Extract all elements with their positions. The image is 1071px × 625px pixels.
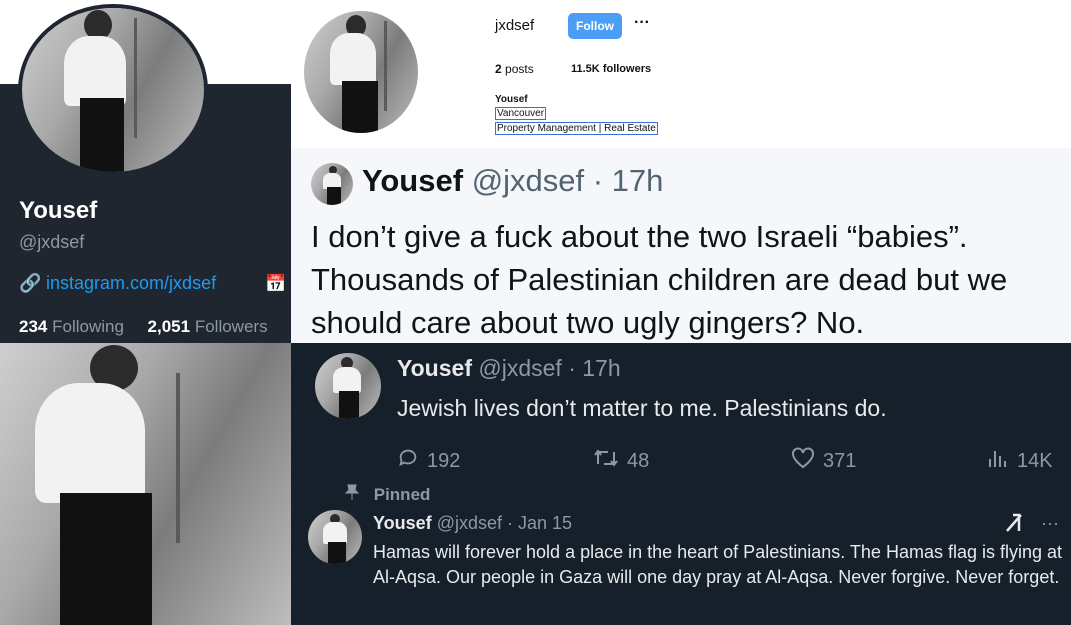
followers-link[interactable]: 2,051 Followers <box>148 317 268 336</box>
tweet-text: Jewish lives don’t matter to me. Palesti… <box>397 395 887 421</box>
tweet-header: Yousef @jxdsef · Jan 15 <box>373 513 572 534</box>
avatar-photo <box>315 353 381 419</box>
reply-count: 192 <box>427 449 461 472</box>
pinned-indicator: Pinned <box>344 484 431 505</box>
tweet-author-name[interactable]: Yousef <box>397 355 472 381</box>
instagram-avatar[interactable] <box>304 11 418 133</box>
grok-icon[interactable] <box>1003 511 1027 541</box>
link-icon: 🔗 <box>19 273 42 293</box>
tweet-main[interactable]: Yousef @jxdsef · 17h I don’t give a fuck… <box>291 148 1071 343</box>
followers-count[interactable]: 11.5K followers <box>571 63 651 75</box>
follow-counts: 234 Following 2,051 Followers <box>19 317 268 337</box>
pin-icon <box>344 484 360 505</box>
bio-work: Property Management | Real Estate <box>495 122 658 135</box>
tweet-author-name[interactable]: Yousef <box>362 163 463 198</box>
retweet-button[interactable]: 48 <box>593 447 649 475</box>
profile-handle: @jxdsef <box>19 232 85 252</box>
tweet-reply[interactable]: Yousef @jxdsef · 17h Jewish lives don’t … <box>291 343 1071 483</box>
profile-link-row: 🔗 instagram.com/jxdsef <box>19 273 216 294</box>
tweet-author-name[interactable]: Yousef <box>373 513 432 533</box>
more-options-icon[interactable]: ··· <box>1041 513 1059 534</box>
calendar-icon: 📅 <box>265 274 287 293</box>
pinned-label: Pinned <box>373 485 431 504</box>
views-count: 14K <box>1017 449 1053 472</box>
profile-link[interactable]: instagram.com/jxdsef <box>46 273 216 293</box>
tweet-handle-time: @jxdsef · 17h <box>471 163 664 198</box>
posts-count: 2 posts <box>495 62 534 76</box>
bio-city: Vancouver <box>495 107 547 120</box>
more-options-icon[interactable]: ··· <box>634 14 650 32</box>
tweet-header: Yousef @jxdsef · 17h <box>397 355 621 382</box>
profile-photo-large <box>0 343 291 625</box>
twitter-avatar[interactable] <box>18 4 208 176</box>
avatar-photo <box>304 11 418 133</box>
like-button[interactable]: 371 <box>791 447 856 475</box>
instagram-profile-panel: jxdsef Follow ··· 2 posts 11.5K follower… <box>291 0 1071 148</box>
follow-button[interactable]: Follow <box>568 13 622 39</box>
avatar-photo <box>22 8 204 172</box>
heart-icon <box>791 447 815 475</box>
tweet-avatar[interactable] <box>315 353 381 419</box>
retweet-icon <box>593 447 619 475</box>
avatar-photo <box>308 510 362 564</box>
avatar-photo <box>311 163 353 205</box>
retweet-count: 48 <box>627 449 650 472</box>
bio-name: Yousef <box>495 94 528 105</box>
profile-name: Yousef <box>19 197 98 224</box>
tweet-avatar[interactable] <box>308 510 362 564</box>
following-link[interactable]: 234 Following <box>19 317 124 336</box>
tweet-pinned[interactable]: Pinned Yousef @jxdsef · Jan 15 ··· Hamas… <box>291 483 1071 625</box>
views-button[interactable]: 14K <box>987 447 1053 475</box>
tweet-header: Yousef @jxdsef · 17h <box>362 163 663 199</box>
tweet-text: Hamas will forever hold a place in the h… <box>373 542 1063 587</box>
views-chart-icon <box>987 447 1009 475</box>
reply-icon <box>397 447 419 475</box>
instagram-username: jxdsef <box>495 17 535 34</box>
reply-button[interactable]: 192 <box>397 447 460 475</box>
tweet-text: I don’t give a fuck about the two Israel… <box>311 219 1008 340</box>
like-count: 371 <box>823 449 857 472</box>
tweet-handle-time: @jxdsef · 17h <box>478 355 621 381</box>
twitter-profile-panel: Yousef @jxdsef 🔗 instagram.com/jxdsef 📅 … <box>0 0 291 343</box>
tweet-handle-time: @jxdsef · Jan 15 <box>436 513 573 533</box>
tweet-avatar[interactable] <box>311 163 353 205</box>
